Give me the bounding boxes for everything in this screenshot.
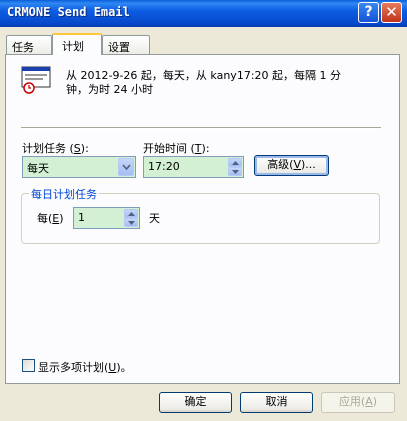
show-multiple-label: 显示多项计划(U)。 bbox=[38, 361, 132, 374]
schedule-task-label: 计划任务 (S): bbox=[22, 142, 89, 155]
title-bar[interactable]: CRMONE Send Email ? ✕ bbox=[0, 0, 407, 27]
help-button[interactable]: ? bbox=[358, 2, 379, 23]
every-days-input[interactable]: 1 bbox=[73, 207, 140, 229]
start-time-value: 17:20 bbox=[148, 160, 180, 173]
apply-button[interactable]: 应用(A) bbox=[321, 392, 395, 413]
advanced-button[interactable]: 高级(V)... bbox=[254, 155, 329, 176]
summary-line-1: 从 2012-9-26 起，每天，从 kany17:20 起，每隔 1 分 bbox=[66, 69, 342, 82]
every-days-spinner[interactable] bbox=[124, 209, 138, 227]
schedule-task-select[interactable]: 每天 bbox=[22, 156, 136, 178]
start-time-spinner[interactable] bbox=[228, 158, 242, 176]
spin-down-icon[interactable] bbox=[228, 167, 242, 176]
spin-down-icon[interactable] bbox=[124, 218, 138, 227]
summary-line-2: 钟，为时 24 小时 bbox=[66, 83, 153, 96]
schedule-task-value: 每天 bbox=[27, 162, 49, 175]
start-time-input[interactable]: 17:20 bbox=[143, 156, 244, 178]
tab-task[interactable]: 任务 bbox=[6, 35, 52, 55]
cancel-button[interactable]: 取消 bbox=[240, 392, 313, 413]
every-label: 每(E) bbox=[37, 212, 64, 225]
schedule-summary: 从 2012-9-26 起，每天，从 kany17:20 起，每隔 1 分 钟，… bbox=[66, 69, 376, 97]
daily-schedule-title: 每日计划任务 bbox=[29, 186, 99, 202]
close-button[interactable]: ✕ bbox=[381, 2, 402, 23]
days-unit-label: 天 bbox=[149, 212, 160, 225]
every-days-value: 1 bbox=[78, 211, 85, 224]
show-multiple-checkbox[interactable] bbox=[22, 359, 35, 372]
dialog-window: CRMONE Send Email ? ✕ 任务 计划 设置 从 2012-9-… bbox=[0, 0, 407, 421]
divider bbox=[21, 127, 381, 129]
schedule-icon bbox=[21, 66, 51, 94]
chevron-down-icon[interactable] bbox=[118, 158, 134, 176]
window-title: CRMONE Send Email bbox=[7, 5, 130, 19]
spin-up-icon[interactable] bbox=[124, 209, 138, 218]
ok-button[interactable]: 确定 bbox=[159, 392, 232, 413]
spin-up-icon[interactable] bbox=[228, 158, 242, 167]
tab-schedule[interactable]: 计划 bbox=[52, 33, 102, 55]
tab-settings[interactable]: 设置 bbox=[102, 35, 150, 55]
start-time-label: 开始时间 (T): bbox=[143, 142, 210, 155]
